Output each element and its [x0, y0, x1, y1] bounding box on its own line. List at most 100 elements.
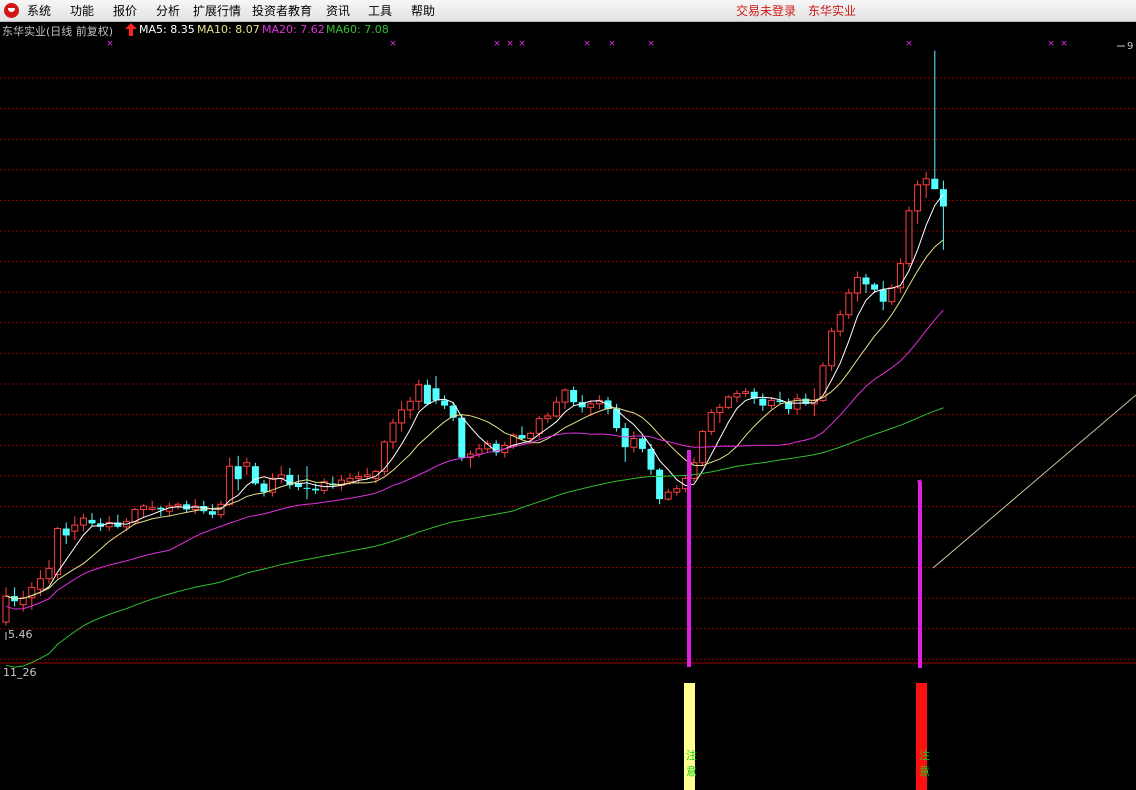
candle-body-up [673, 488, 681, 493]
ma20-value: MA20: 7.62 [262, 23, 325, 36]
candle-body-up [406, 400, 414, 411]
candle-body-down [862, 277, 870, 285]
candle-body-up [131, 508, 139, 523]
stock-name-label: 东华实业 [808, 4, 857, 18]
ma20-line [5, 309, 944, 610]
candle-body-up [914, 184, 922, 212]
candle-body-up [905, 210, 913, 265]
trend-line [932, 394, 1136, 569]
chart-annotations [5, 45, 1136, 668]
candle-body-up [630, 437, 638, 448]
candle-body-down [441, 400, 449, 406]
candle-body-up [767, 399, 775, 407]
ma10-line [5, 239, 944, 600]
candle-body-down [157, 507, 165, 510]
candle-body-up [140, 505, 148, 510]
moving-average-lines [5, 193, 944, 668]
event-markers: × × × × × × × × × × × [106, 39, 1068, 49]
candle-body-down [647, 448, 655, 470]
signal-text-1: 注意 [686, 749, 697, 778]
candle-body-down [871, 284, 879, 290]
menu-system[interactable]: 系统 [27, 2, 51, 19]
candle-body-down [656, 469, 664, 500]
candle-body-up [724, 396, 732, 408]
menu-news[interactable]: 资讯 [326, 2, 350, 19]
candle-body-up [888, 287, 896, 303]
candle-body-up [922, 178, 930, 186]
candle-body-up [54, 528, 62, 575]
event-marker: × [106, 39, 114, 49]
candlesticks [2, 50, 947, 626]
candle-body-up [561, 389, 569, 403]
candle-body-up [845, 292, 853, 316]
event-marker: × [1060, 39, 1068, 49]
menu-quote[interactable]: 报价 [113, 2, 137, 19]
candle-body-up [552, 401, 560, 417]
menu-investor-education[interactable]: 投资者教育 [252, 2, 312, 19]
lowest-price-label: 5.46 [8, 628, 33, 641]
highest-price-label: 9 [1127, 41, 1134, 52]
candle-body-up [243, 462, 251, 467]
candle-body-down [432, 388, 440, 401]
candle-body-up [277, 474, 285, 479]
candle-body-up [535, 418, 543, 434]
candle-body-up [853, 276, 861, 294]
candle-body-up [733, 392, 741, 398]
event-marker: × [493, 39, 501, 49]
candle-body-down [879, 289, 887, 302]
candle-body-down [518, 435, 526, 439]
event-marker: × [506, 39, 514, 49]
login-status[interactable]: 交易未登录 [736, 2, 796, 19]
candle-body-up [71, 524, 79, 532]
candle-body-down [570, 390, 578, 403]
event-marker: × [905, 39, 913, 49]
menu-help[interactable]: 帮助 [411, 2, 435, 19]
event-marker: × [583, 39, 591, 49]
candle-body-down [62, 528, 70, 536]
event-marker: × [1047, 39, 1055, 49]
event-marker: × [608, 39, 616, 49]
candle-body-down [260, 483, 268, 493]
candle-body-up [226, 465, 234, 505]
candle-body-up [191, 505, 199, 510]
price-grid [0, 77, 1136, 664]
signal-text-2: 注意 [919, 749, 930, 778]
menu-function[interactable]: 功能 [70, 2, 94, 19]
menu-tools[interactable]: 工具 [368, 2, 392, 19]
candle-body-down [234, 466, 242, 480]
candle-body-up [363, 474, 371, 478]
kline-chart[interactable]: × × × × × × × × × × × [0, 0, 1136, 790]
menu-bar: 系统 功能 报价 分析 扩展行情 投资者教育 资讯 工具 帮助 交易未登录 东华… [0, 0, 1136, 22]
candle-body-up [148, 507, 156, 510]
candle-body-up [79, 517, 87, 526]
candle-body-up [380, 441, 388, 472]
ma60-value: MA60: 7.08 [326, 23, 389, 36]
candle-body-up [174, 503, 182, 507]
candle-body-up [389, 422, 397, 443]
candle-body-up [742, 391, 750, 394]
menu-analysis[interactable]: 分析 [156, 2, 180, 19]
candle-body-down [208, 511, 216, 515]
candle-body-down [312, 488, 320, 491]
event-marker: × [647, 39, 655, 49]
candle-body-up [398, 409, 406, 424]
candle-body-down [423, 384, 431, 404]
candle-body-up [475, 448, 483, 455]
candle-body-up [45, 567, 53, 580]
candle-body-down [88, 519, 96, 524]
ma10-value: MA10: 8.07 [197, 23, 260, 36]
candle-body-up [828, 330, 836, 367]
candle-body-up [587, 403, 595, 408]
menu-extended-market[interactable]: 扩展行情 [193, 2, 241, 19]
candle-body-down [303, 487, 311, 489]
candle-body-up [716, 406, 724, 414]
candle-body-down [638, 438, 646, 449]
event-marker: × [518, 39, 526, 49]
event-marker: × [389, 39, 397, 49]
candle-body-up [664, 491, 672, 500]
up-arrow-icon [125, 23, 137, 36]
candle-body-down [931, 178, 939, 190]
candle-body-down [458, 417, 466, 458]
candle-body-up [527, 432, 535, 439]
candle-body-up [836, 314, 844, 332]
